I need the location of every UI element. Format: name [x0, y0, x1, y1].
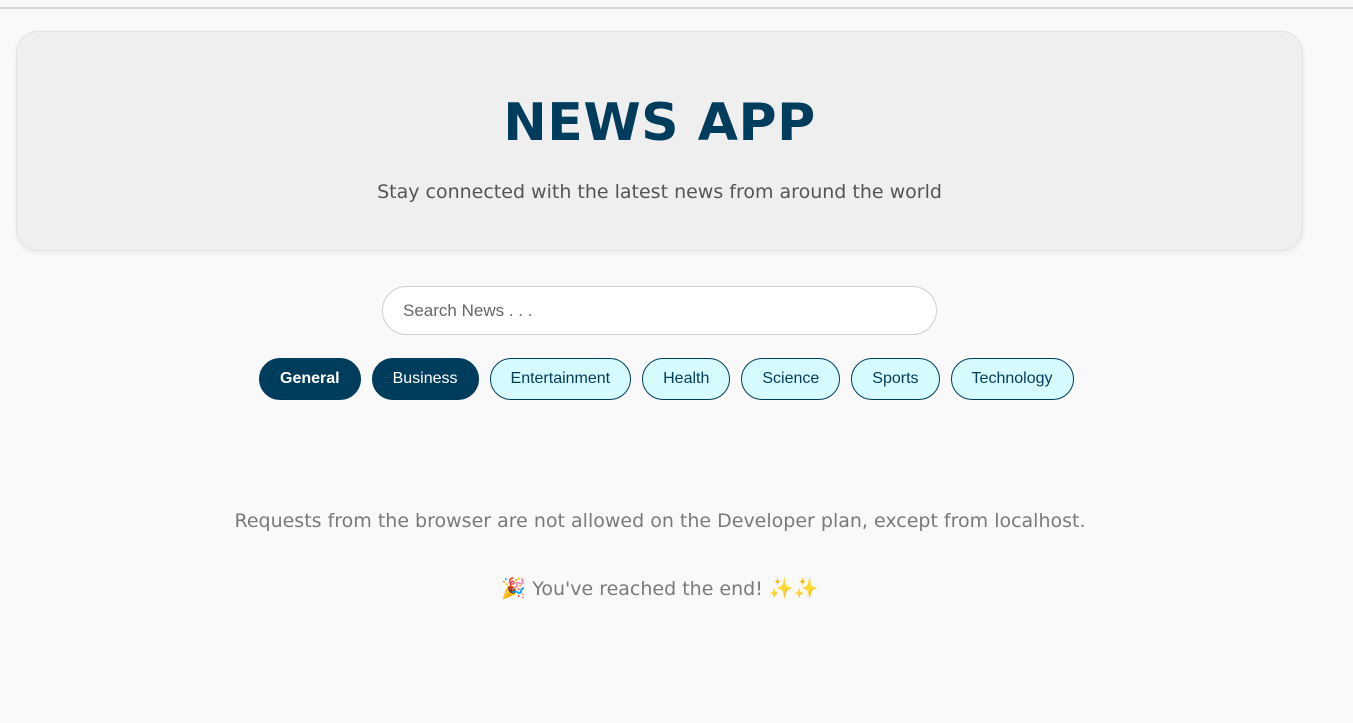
top-divider — [0, 7, 1353, 9]
end-of-feed-text: You've reached the end! — [532, 578, 763, 600]
end-of-feed-message: 🎉 You've reached the end! ✨✨ — [0, 575, 1320, 602]
category-nav: General Business Entertainment Health Sc… — [259, 358, 1074, 400]
error-message: Requests from the browser are not allowe… — [234, 510, 1086, 532]
category-technology-button[interactable]: Technology — [950, 358, 1074, 400]
category-sports-button[interactable]: Sports — [851, 358, 940, 400]
hero-banner: NEWS APP Stay connected with the latest … — [16, 31, 1303, 251]
page-title: NEWS APP — [503, 93, 816, 153]
category-entertainment-button[interactable]: Entertainment — [489, 358, 632, 400]
category-science-button[interactable]: Science — [741, 358, 841, 400]
sparkles-icon: ✨✨ — [768, 576, 819, 600]
page-subtitle: Stay connected with the latest news from… — [377, 181, 942, 203]
party-popper-icon: 🎉 — [501, 576, 527, 600]
search-input[interactable] — [382, 286, 937, 335]
category-general-button[interactable]: General — [259, 358, 361, 400]
category-health-button[interactable]: Health — [642, 358, 731, 400]
category-business-button[interactable]: Business — [371, 358, 479, 400]
